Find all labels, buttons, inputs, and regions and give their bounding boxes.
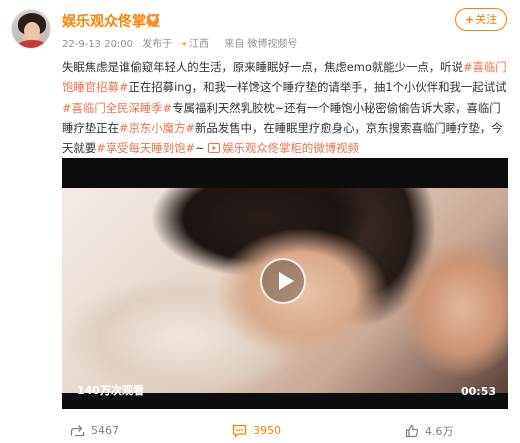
comment-icon: [232, 424, 247, 438]
avatar-body: [17, 40, 47, 48]
content-text-5: ~: [195, 141, 209, 156]
content-text-2: 正在招募ing，和我一样馋这个睡疗垫的请举手，抽1个小伙伴和我一起试试: [128, 80, 507, 95]
thumbs-up-icon: [405, 424, 419, 437]
username[interactable]: 娱乐观众佟掌柜: [62, 11, 160, 31]
post-source: 来自 微博视频号: [224, 39, 298, 50]
forward-count: 5467: [91, 424, 119, 437]
video-link[interactable]: 娱乐观众佟掌柜的微博视频: [208, 141, 359, 155]
fan-badge-icon: ♥: [147, 14, 159, 26]
post-content: 失眠焦虑是谁偷窥年轻人的生活，原来睡眠好一点，焦虑emo就能少一点，听说 #喜临门…: [62, 57, 510, 158]
hashtag-link[interactable]: #喜临门全民深睡季#: [62, 101, 172, 115]
view-count: 140万次观看: [77, 384, 144, 397]
video-player[interactable]: 140万次观看 00:53: [62, 158, 508, 409]
follow-button[interactable]: +关注: [455, 8, 507, 31]
post-time[interactable]: 22-9-13 20:00: [62, 39, 133, 50]
like-count: 4.6万: [425, 424, 454, 438]
like-button[interactable]: 4.6万: [405, 418, 454, 443]
action-bar: 5467 3950 4.6万: [0, 418, 520, 443]
follow-label: 关注: [475, 13, 498, 26]
comment-count: 3950: [253, 424, 281, 437]
video-link-label: 娱乐观众佟掌柜的微博视频: [222, 141, 359, 156]
post-meta: 22-9-13 20:00 发布于 ⌖ 江西 来自 微博视频号: [62, 35, 303, 50]
content-text-1: 失眠焦虑是谁偷窥年轻人的生活，原来睡眠好一点，焦虑emo就能少一点，听说: [62, 60, 463, 74]
location-name: 江西: [189, 39, 210, 50]
location-prefix: 发布于: [142, 39, 173, 50]
hashtag-link[interactable]: #享受每天睡到饱#: [96, 141, 195, 155]
location-pin-icon: ⌖: [181, 39, 188, 50]
play-button-icon[interactable]: [260, 258, 306, 304]
avatar[interactable]: [11, 9, 51, 49]
video-icon: [208, 143, 221, 154]
forward-button[interactable]: 5467: [70, 418, 119, 443]
avatar-face: [24, 22, 40, 40]
video-duration: 00:53: [460, 385, 496, 398]
comment-button[interactable]: 3950: [232, 418, 281, 443]
forward-icon: [70, 425, 85, 437]
location: ⌖ 江西: [181, 35, 215, 50]
plus-icon: +: [464, 13, 475, 26]
hashtag-link[interactable]: #京东小魔方#: [119, 121, 195, 135]
